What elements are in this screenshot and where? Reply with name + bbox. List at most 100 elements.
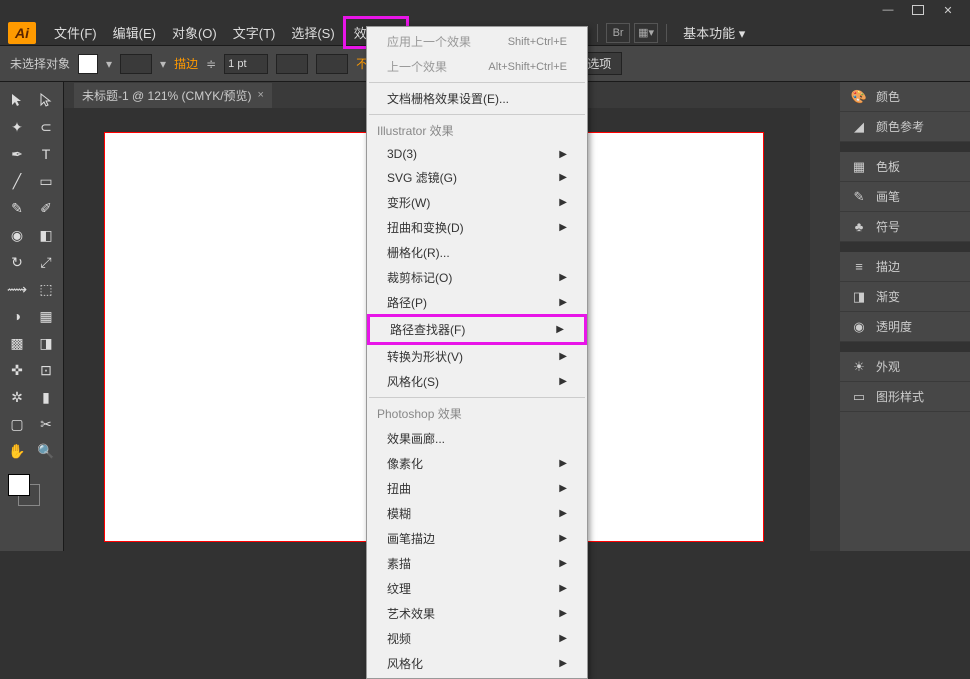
menu-effect-item[interactable]: 效果画廊...: [367, 426, 587, 451]
stepper-icon[interactable]: ≑: [206, 57, 216, 71]
zoom-tool[interactable]: 🔍: [33, 439, 59, 463]
panel-item[interactable]: ☀外观: [840, 352, 970, 382]
panel-item[interactable]: ✎画笔: [840, 182, 970, 212]
document-tab[interactable]: 未标题-1 @ 121% (CMYK/预览) ×: [74, 83, 272, 108]
panel-icon: 🎨: [850, 89, 868, 105]
window-maximize-button[interactable]: [904, 2, 932, 18]
panel-icon: ◉: [850, 319, 868, 335]
window-close-button[interactable]: [934, 2, 962, 18]
panel-label: 渐变: [876, 288, 900, 305]
dropdown-arrow-icon[interactable]: ▾: [106, 57, 112, 71]
selection-tool[interactable]: [4, 88, 30, 112]
menu-effect-item[interactable]: 扭曲▶: [367, 476, 587, 501]
menu-effect-item[interactable]: 纹理▶: [367, 576, 587, 601]
stroke-weight-input[interactable]: [224, 54, 268, 74]
panel-gap: [840, 342, 970, 352]
app-logo: Ai: [8, 22, 36, 44]
width-tool[interactable]: ⟿: [4, 277, 30, 301]
blend-tool[interactable]: ⊡: [33, 358, 59, 382]
menu-file[interactable]: 文件(F): [46, 19, 105, 46]
collapsed-panel-strip[interactable]: [810, 82, 840, 551]
stroke-label[interactable]: 描边: [174, 55, 198, 72]
menu-effect-item[interactable]: 风格化▶: [367, 651, 587, 676]
menu-type[interactable]: 文字(T): [225, 19, 284, 46]
rectangle-tool[interactable]: ▭: [33, 169, 59, 193]
menu-separator: [369, 114, 585, 115]
panel-label: 图形样式: [876, 388, 924, 405]
workspace-switcher[interactable]: 基本功能 ▾: [683, 23, 745, 42]
panel-item[interactable]: ▦色板: [840, 152, 970, 182]
stroke-profile[interactable]: [276, 54, 308, 74]
fill-swatch[interactable]: [78, 54, 98, 74]
menu-object[interactable]: 对象(O): [164, 19, 225, 46]
graph-tool[interactable]: ▮: [33, 385, 59, 409]
stroke-swatch[interactable]: [120, 54, 152, 74]
pencil-tool[interactable]: ✐: [33, 196, 59, 220]
blob-brush-tool[interactable]: ◉: [4, 223, 30, 247]
panel-item[interactable]: ◉ 透明度: [840, 312, 970, 342]
panel-icon: ≡: [850, 259, 868, 275]
eyedropper-tool[interactable]: ✜: [4, 358, 30, 382]
pen-tool[interactable]: ✒: [4, 142, 30, 166]
menu-edit[interactable]: 编辑(E): [105, 19, 164, 46]
panel-icon: ◨: [850, 289, 868, 305]
panel-item[interactable]: 🎨 颜色: [840, 82, 970, 112]
menu-document-raster-settings[interactable]: 文档栅格效果设置(E)...: [367, 86, 587, 111]
arrange-docs-icon[interactable]: ▦▾: [634, 23, 658, 43]
artboard-tool[interactable]: ▢: [4, 412, 30, 436]
scale-tool[interactable]: ⤢: [33, 250, 59, 274]
menu-effect-item[interactable]: 栅格化(R)...: [367, 240, 587, 265]
close-tab-icon[interactable]: ×: [258, 89, 264, 101]
panel-item[interactable]: ◢颜色参考: [840, 112, 970, 142]
menu-effect-item[interactable]: 像素化▶: [367, 451, 587, 476]
panel-item[interactable]: ◨ 渐变: [840, 282, 970, 312]
menu-effect-item[interactable]: 风格化(S)▶: [367, 369, 587, 394]
magic-wand-tool[interactable]: ✦: [4, 115, 30, 139]
menu-section-header-illustrator: Illustrator 效果: [367, 118, 587, 143]
gradient-tool[interactable]: ◨: [33, 331, 59, 355]
menu-apply-last-effect: 应用上一个效果Shift+Ctrl+E: [367, 29, 587, 54]
free-transform-tool[interactable]: ⬚: [33, 277, 59, 301]
panel-label: 透明度: [876, 318, 912, 335]
menu-effect-item[interactable]: 艺术效果▶: [367, 601, 587, 626]
bridge-icon[interactable]: Br: [606, 23, 630, 43]
menu-effect-item[interactable]: 路径(P)▶: [367, 290, 587, 315]
fill-stroke-swatches[interactable]: [4, 472, 59, 512]
menu-effect-item[interactable]: 3D(3)▶: [367, 143, 587, 165]
menu-effect-item[interactable]: 变形(W)▶: [367, 190, 587, 215]
panel-gap: [840, 242, 970, 252]
fill-color[interactable]: [8, 474, 30, 496]
menu-effect-item[interactable]: 路径查找器(F)▶: [367, 314, 587, 345]
hand-tool[interactable]: ✋: [4, 439, 30, 463]
menu-effect-item[interactable]: 画笔描边▶: [367, 526, 587, 551]
eraser-tool[interactable]: ◧: [33, 223, 59, 247]
panel-item[interactable]: ♣符号: [840, 212, 970, 242]
panel-label: 颜色: [876, 88, 900, 105]
mesh-tool[interactable]: ▩: [4, 331, 30, 355]
menu-effect-item[interactable]: 素描▶: [367, 551, 587, 576]
symbol-sprayer-tool[interactable]: ✲: [4, 385, 30, 409]
panel-item[interactable]: ▭ 图形样式: [840, 382, 970, 412]
panel-label: 色板: [876, 158, 900, 175]
type-tool[interactable]: T: [33, 142, 59, 166]
menu-effect-item[interactable]: 扭曲和变换(D)▶: [367, 215, 587, 240]
dropdown-arrow-icon[interactable]: ▾: [160, 57, 166, 71]
window-minimize-button[interactable]: [874, 2, 902, 18]
menu-select[interactable]: 选择(S): [283, 19, 342, 46]
lasso-tool[interactable]: ⊂: [33, 115, 59, 139]
line-tool[interactable]: ╱: [4, 169, 30, 193]
paintbrush-tool[interactable]: ✎: [4, 196, 30, 220]
menu-effect-item[interactable]: 转换为形状(V)▶: [367, 344, 587, 369]
menu-effect-item[interactable]: 裁剪标记(O)▶: [367, 265, 587, 290]
menu-effect-item[interactable]: 视频▶: [367, 626, 587, 651]
panel-item[interactable]: ≡描边: [840, 252, 970, 282]
shape-builder-tool[interactable]: ◑: [4, 304, 30, 328]
slice-tool[interactable]: ✂: [33, 412, 59, 436]
panel-icon: ▭: [850, 389, 868, 405]
brush-definition[interactable]: [316, 54, 348, 74]
perspective-tool[interactable]: ▦: [33, 304, 59, 328]
direct-selection-tool[interactable]: [33, 88, 59, 112]
menu-effect-item[interactable]: 模糊▶: [367, 501, 587, 526]
rotate-tool[interactable]: ↻: [4, 250, 30, 274]
menu-effect-item[interactable]: SVG 滤镜(G)▶: [367, 165, 587, 190]
